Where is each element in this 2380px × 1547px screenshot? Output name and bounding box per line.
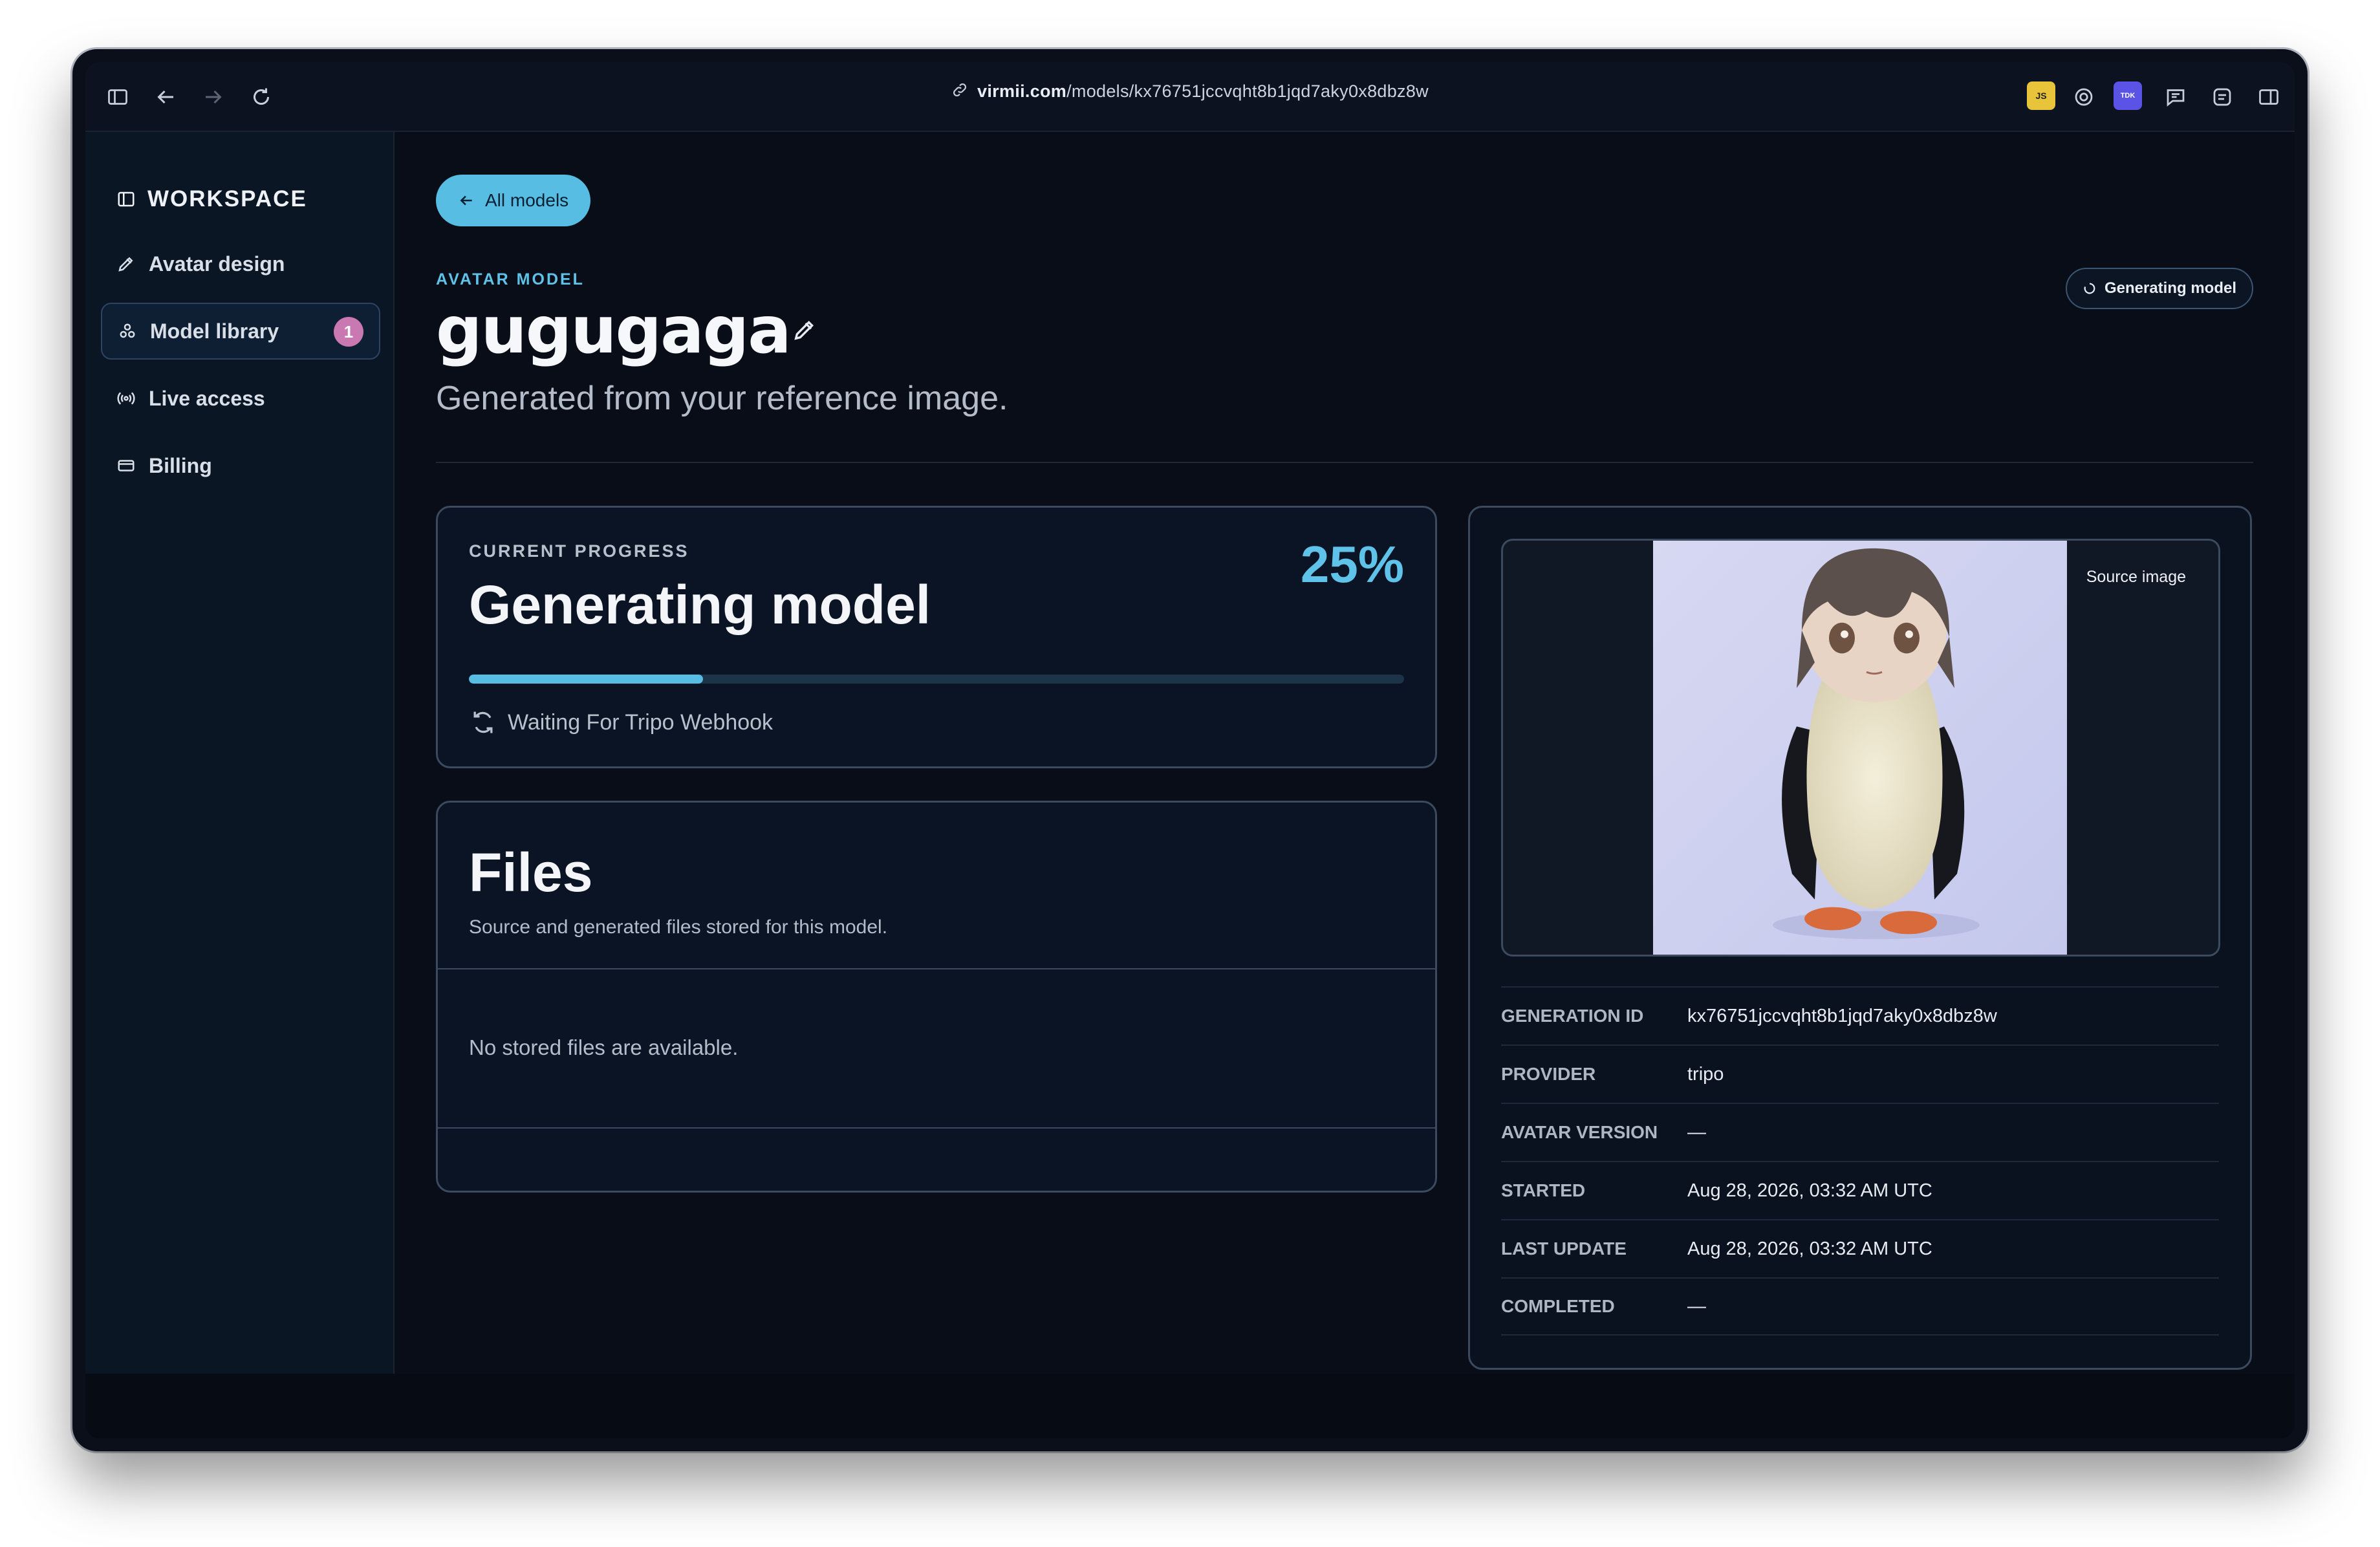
progress-status-text: Waiting For Tripo Webhook [508,709,774,735]
page-subtitle: Generated from your reference image. [436,380,1008,417]
progress-status: Waiting For Tripo Webhook [469,708,773,737]
sidebar-item-label: Model library [150,319,279,343]
sidebar-item-avatar-design[interactable]: Avatar design [101,235,380,292]
split-view-icon[interactable] [2252,80,2286,114]
js-extension-icon[interactable]: JS [2027,81,2055,110]
page-footer [85,1374,2295,1438]
pen-icon [118,257,133,272]
source-image-frame: Source image [1501,539,2220,957]
chat-extension-icon[interactable] [2159,80,2192,114]
progress-bar [469,675,1404,684]
notes-extension-icon[interactable] [2205,80,2239,114]
sync-icon [473,711,493,733]
metadata-key: COMPLETED [1501,1296,1615,1316]
card-icon [118,460,135,471]
cubes-icon [120,323,135,338]
sidebar-item-live-access[interactable]: Live access [101,370,380,427]
progress-label: CURRENT PROGRESS [469,541,689,561]
workspace-title-text: WORKSPACE [147,186,307,211]
files-subtitle: Source and generated files stored for th… [469,916,888,938]
files-divider [438,1127,1435,1129]
openai-extension-icon[interactable] [2067,80,2101,114]
progress-card: CURRENT PROGRESS Generating model 25% Wa… [436,506,1437,768]
status-badge-label: Generating model [2104,279,2236,297]
workspace-title: WORKSPACE [116,186,307,212]
url-path: /models/kx76751jccvqht8b1jqd7aky0x8dbz8w [1066,81,1429,101]
browser-content: virmii.com/models/kx76751jccvqht8b1jqd7a… [85,62,2295,1438]
metadata-key: PROVIDER [1501,1064,1596,1084]
eyebrow-label: AVATAR MODEL [436,270,585,288]
all-models-button[interactable]: All models [436,175,591,226]
main-content: All models AVATAR MODEL gugugaga Generat… [395,132,2295,1374]
metadata-value: — [1687,1121,1706,1143]
files-empty-state: No stored files are available. [469,1035,739,1059]
sidebar-item-label: Live access [149,386,265,410]
metadata-table: GENERATION ID kx76751jccvqht8b1jqd7aky0x… [1501,986,2219,1336]
metadata-value: Aug 28, 2026, 03:32 AM UTC [1687,1238,1932,1259]
files-card: Files Source and generated files stored … [436,801,1437,1193]
broadcast-icon [117,392,135,405]
progress-title: Generating model [469,574,931,635]
metadata-key: STARTED [1501,1180,1586,1200]
metadata-row: STARTED Aug 28, 2026, 03:32 AM UTC [1501,1161,2219,1219]
metadata-row: COMPLETED — [1501,1277,2219,1336]
progress-bar-fill [469,675,703,684]
panel-icon [118,191,135,207]
metadata-value: tripo [1687,1063,1724,1085]
sidebar: WORKSPACE Avatar design Model library 1 … [85,132,395,1374]
url-domain: virmii.com [977,81,1067,101]
metadata-row: GENERATION ID kx76751jccvqht8b1jqd7aky0x… [1501,986,2219,1044]
sidebar-item-model-library[interactable]: Model library 1 [101,303,380,360]
files-divider [438,968,1435,969]
status-badge: Generating model [2065,268,2253,309]
metadata-value: kx76751jccvqht8b1jqd7aky0x8dbz8w [1687,1005,1997,1026]
edit-pencil-icon[interactable] [792,317,817,343]
sidebar-item-billing[interactable]: Billing [101,437,380,494]
count-badge: 1 [334,317,363,347]
metadata-value: — [1687,1295,1706,1317]
spinner-icon [2084,283,2095,294]
arrow-left-icon [460,195,472,206]
tdk-extension-icon[interactable]: TDK [2114,81,2142,110]
sidebar-item-label: Billing [149,453,212,477]
page-title: gugugaga [436,292,792,368]
source-image-label: Source image [2086,568,2186,586]
address-bar[interactable]: virmii.com/models/kx76751jccvqht8b1jqd7a… [85,81,2295,103]
metadata-row: LAST UPDATE Aug 28, 2026, 03:32 AM UTC [1501,1219,2219,1277]
metadata-key: AVATAR VERSION [1501,1122,1658,1142]
files-title: Files [469,842,593,903]
metadata-row: AVATAR VERSION — [1501,1103,2219,1161]
source-image[interactable] [1653,541,2067,955]
progress-percent: 25% [1300,536,1404,593]
metadata-key: GENERATION ID [1501,1006,1644,1026]
all-models-label: All models [485,190,569,210]
browser-toolbar: virmii.com/models/kx76751jccvqht8b1jqd7a… [85,62,2295,132]
sidebar-item-label: Avatar design [149,252,285,276]
browser-window: virmii.com/models/kx76751jccvqht8b1jqd7a… [72,49,2308,1451]
source-details-card: Source image GENERATION ID kx76751jccvqh… [1468,506,2252,1370]
header-divider [436,462,2253,463]
link-icon [951,81,968,103]
metadata-key: LAST UPDATE [1501,1239,1627,1259]
metadata-row: PROVIDER tripo [1501,1044,2219,1103]
metadata-value: Aug 28, 2026, 03:32 AM UTC [1687,1180,1932,1201]
